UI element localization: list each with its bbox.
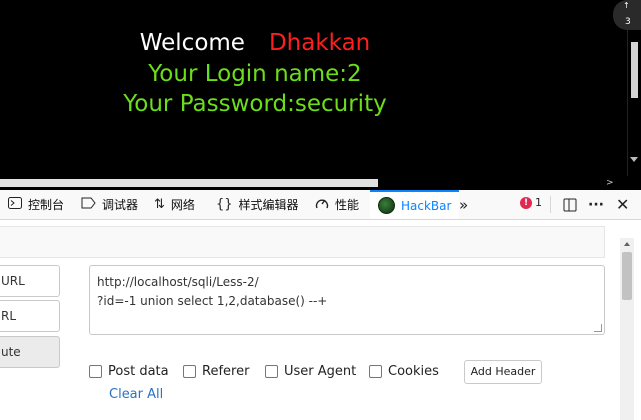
welcome-word: Welcome	[139, 30, 245, 56]
tab-console[interactable]: 控制台	[8, 190, 64, 219]
referer-label: Referer	[202, 364, 250, 379]
cookies-label: Cookies	[388, 364, 439, 379]
user-agent-label: User Agent	[284, 364, 357, 379]
upload-arrow-icon: ↑	[623, 1, 630, 10]
password-line: Your Password:security	[123, 91, 387, 117]
chevron-double-right-icon[interactable]: »	[459, 190, 468, 219]
tab-style-editor[interactable]: {} 样式编辑器	[216, 190, 299, 219]
error-icon: !	[520, 196, 532, 209]
browser-window: Welcome Dhakkan Your Login name:2 Your Pa…	[0, 0, 641, 420]
more-horizontal-icon[interactable]: ···	[588, 190, 604, 219]
debugger-icon	[81, 197, 96, 213]
tab-performance-label: 性能	[335, 198, 360, 212]
tab-performance[interactable]: 性能	[315, 190, 359, 219]
cookies-option[interactable]: Cookies	[369, 364, 439, 379]
scroll-down-arrow-icon[interactable]	[630, 157, 638, 162]
execute-button[interactable]: ute	[0, 336, 60, 368]
url-textarea[interactable]: http://localhost/sqli/Less-2/ ?id=-1 uni…	[89, 265, 605, 335]
resize-grip-icon[interactable]	[594, 324, 602, 332]
tab-hackbar-label: HackBar	[401, 198, 452, 213]
user-agent-option[interactable]: User Agent	[265, 364, 356, 379]
welcome-username: Dhakkan	[268, 30, 371, 56]
scroll-up-arrow-icon[interactable]	[624, 242, 630, 246]
post-data-checkbox[interactable]	[89, 365, 102, 378]
toolbar-divider	[550, 196, 551, 213]
split-url-button[interactable]: RL	[0, 300, 60, 332]
style-editor-icon: {}	[216, 197, 233, 212]
page-vertical-scroll-thumb[interactable]	[631, 42, 638, 98]
hackbar-logo-icon	[378, 197, 395, 214]
post-data-option[interactable]: Post data	[89, 364, 169, 379]
tab-network-label: 网络	[170, 198, 195, 212]
add-header-button[interactable]: Add Header	[464, 360, 542, 384]
web-page-content: Welcome Dhakkan Your Login name:2 Your Pa…	[0, 0, 641, 190]
login-name-line: Your Login name:2	[148, 61, 362, 87]
error-count-badge[interactable]: ! 1	[520, 196, 542, 209]
tab-network[interactable]: ⇅ 网络	[154, 190, 195, 219]
cookies-checkbox[interactable]	[369, 365, 382, 378]
page-horizontal-scroll-thumb[interactable]	[0, 179, 378, 187]
referer-checkbox[interactable]	[183, 365, 196, 378]
error-count: 1	[535, 196, 542, 209]
tab-debugger[interactable]: 调试器	[81, 190, 138, 219]
referer-option[interactable]: Referer	[183, 364, 249, 379]
hackbar-menu-strip	[0, 226, 605, 258]
network-icon: ⇅	[154, 197, 165, 212]
console-icon	[8, 196, 22, 213]
tab-style-editor-label: 样式编辑器	[238, 198, 299, 212]
panel-scroll-thumb[interactable]	[622, 252, 632, 300]
notification-count: 3	[625, 17, 631, 27]
user-agent-checkbox[interactable]	[265, 365, 278, 378]
tab-hackbar[interactable]: HackBar	[370, 190, 460, 219]
tab-debugger-label: 调试器	[102, 198, 139, 212]
url-text-line: http://localhost/sqli/Less-2/	[97, 275, 259, 289]
url-text-line: ?id=-1 union select 1,2,database() --+	[97, 294, 328, 308]
performance-icon	[315, 197, 329, 213]
post-data-label: Post data	[108, 364, 169, 379]
devtools-toolbar: 控制台 调试器 ⇅ 网络 {} 样式编辑器 性能 HackBar »	[0, 190, 641, 220]
scroll-right-arrow-icon[interactable]: >	[606, 179, 614, 188]
tab-console-label: 控制台	[28, 198, 65, 212]
welcome-line: Welcome Dhakkan	[0, 29, 510, 57]
dock-split-icon[interactable]	[563, 190, 577, 219]
clear-all-link[interactable]: Clear All	[109, 387, 163, 402]
page-horizontal-scrollbar[interactable]: >	[0, 176, 641, 190]
load-url-button[interactable]: URL	[0, 265, 60, 297]
close-icon[interactable]: ✕	[616, 190, 629, 219]
